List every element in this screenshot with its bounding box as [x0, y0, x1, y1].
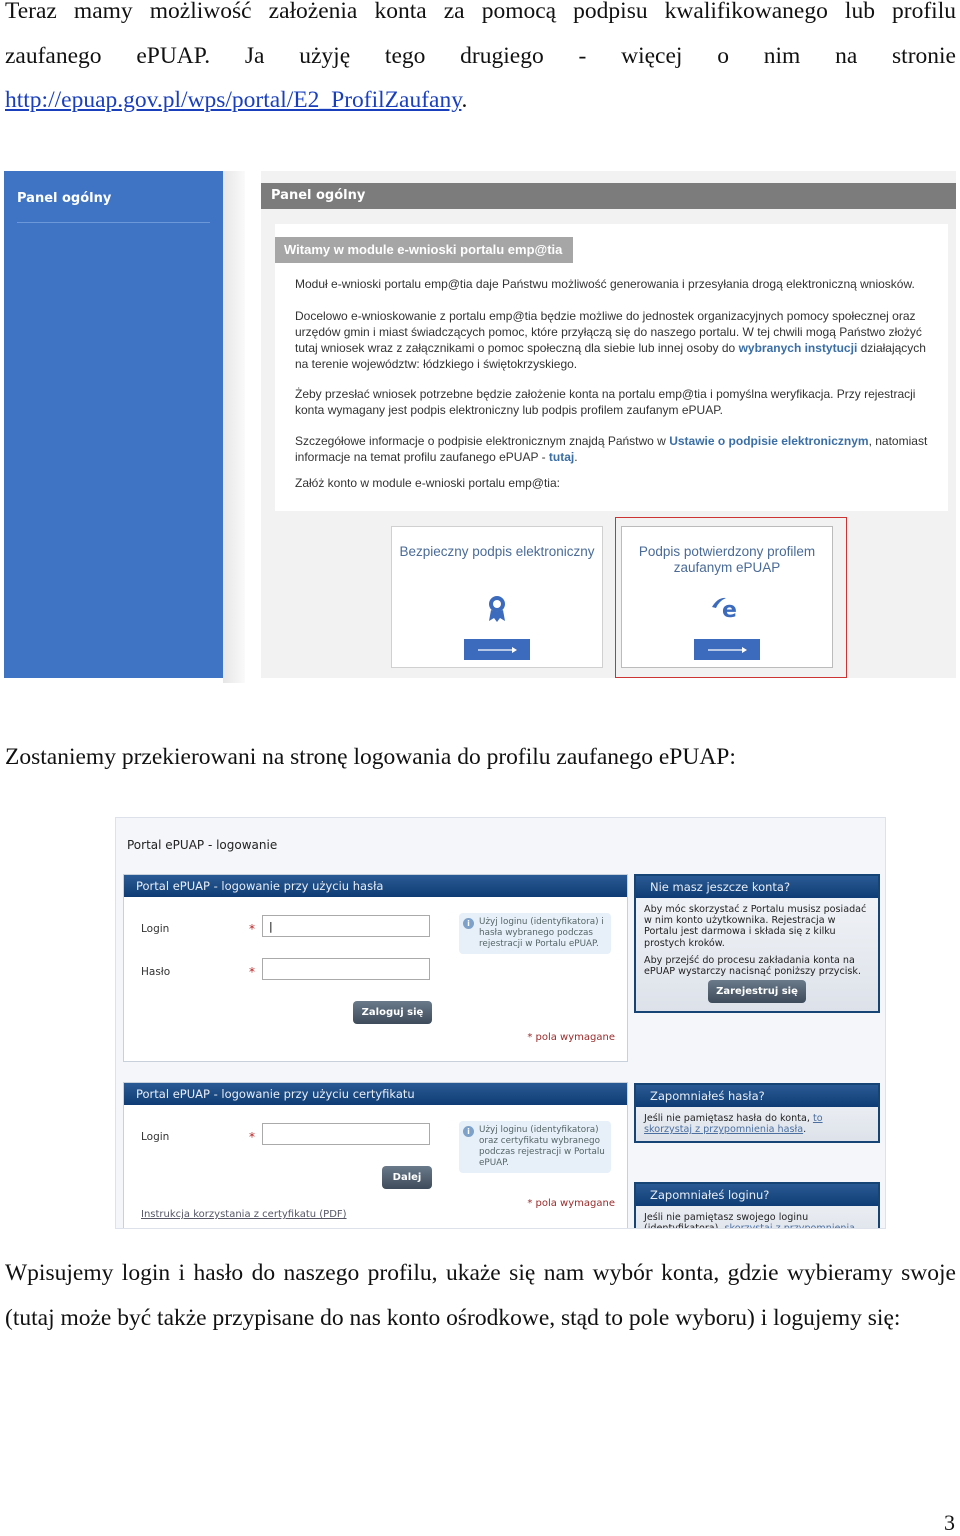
panel-header: Panel ogólny: [261, 183, 956, 209]
card-epuap-profile[interactable]: Podpis potwierdzony profilem zaufanym eP…: [621, 526, 833, 668]
login-label: Login: [141, 923, 170, 935]
sidebar-divider: [17, 222, 210, 223]
sidebar-shadow: [223, 171, 245, 683]
required-note: * pola wymagane: [527, 1032, 615, 1043]
panel-title: Portal ePUAP - logowanie przy użyciu has…: [124, 875, 627, 897]
panel-title: Portal ePUAP - logowanie przy użyciu cer…: [124, 1083, 627, 1105]
info-box: i Użyj loginu (identyfikatora) oraz certy…: [459, 1121, 611, 1173]
forgot-password-title: Zapomniałeś hasła?: [636, 1085, 878, 1107]
profil-zaufany-link[interactable]: http://epuap.gov.pl/wps/portal/E2_Profil…: [5, 87, 461, 113]
login-submit-button[interactable]: Zaloguj się: [353, 1001, 432, 1024]
password-input[interactable]: [262, 958, 430, 980]
card-title: Podpis potwierdzony profilem zaufanym eP…: [638, 544, 816, 575]
forgot-password-box: Zapomniałeś hasła? Jeśli nie pamiętasz h…: [634, 1083, 880, 1143]
empatia-screenshot: Panel ogólny Panel ogólny Witamy w modul…: [4, 171, 956, 683]
welcome-p4: Szczegółowe informacje o podpisie elektr…: [295, 433, 935, 465]
welcome-p3: Żeby przesłać wniosek potrzebne będzie z…: [295, 387, 916, 417]
ribbon-badge-icon: [486, 595, 508, 628]
register-button[interactable]: Zarejestruj się: [708, 980, 806, 1003]
card-title: Bezpieczny podpis elektroniczny: [399, 544, 595, 559]
info-text: Użyj loginu (identyfikatora) oraz certyf…: [479, 1125, 605, 1168]
p4-text-after: .: [574, 450, 578, 464]
wybrane-instytucje-link[interactable]: wybranych instytucji: [739, 341, 858, 355]
main-panel: Panel ogólny Witamy w module e-wnioski p…: [261, 171, 956, 678]
required-mark: *: [249, 922, 255, 936]
register-title: Nie masz jeszcze konta?: [636, 876, 878, 898]
cert-login-input[interactable]: [262, 1123, 430, 1145]
page-number: 3: [944, 1510, 955, 1535]
sidebar: Panel ogólny: [4, 171, 223, 678]
register-text-1: Aby móc skorzystać z Portalu musisz posi…: [644, 904, 867, 949]
info-box: i Użyj loginu (identyfikatora) i hasła wy…: [459, 913, 611, 954]
welcome-p2: Docelowo e-wnioskowanie z portalu emp@ti…: [295, 308, 935, 372]
svg-text:e: e: [722, 598, 737, 619]
register-text-2: Aby przejść do procesu zakładania konta …: [644, 954, 862, 978]
forgot-login-text: Jeśli nie pamiętasz swojego loginu (iden…: [636, 1206, 878, 1228]
info-icon: i: [463, 1126, 474, 1137]
next-button[interactable]: Dalej: [382, 1166, 432, 1189]
register-box: Nie masz jeszcze konta? Aby móc skorzyst…: [634, 874, 880, 1013]
certificate-instructions-link[interactable]: Instrukcja korzystania z certyfikatu (PD…: [141, 1209, 347, 1220]
forgot-login-box: Zapomniałeś loginu? Jeśli nie pamiętasz …: [634, 1182, 880, 1228]
welcome-p1: Moduł e-wnioski portalu emp@tia daje Pań…: [295, 277, 915, 291]
arrow-right-icon: [708, 647, 747, 653]
intro-line-1: Teraz mamy możliwość założenia konta za …: [5, 0, 956, 24]
intro-line-2: zaufanego ePUAP. Ja użyję tego drugiego …: [5, 42, 956, 69]
link-suffix: .: [461, 87, 468, 113]
welcome-p5: Załóż konto w module e-wnioski portalu e…: [295, 476, 560, 490]
login-label: Login: [141, 1131, 170, 1143]
redirect-paragraph: Zostaniemy przekierowani na stronę logow…: [5, 744, 736, 770]
qualified-signature-go-button[interactable]: [464, 639, 530, 660]
required-mark: *: [249, 965, 255, 979]
p4-text: Szczegółowe informacje o podpisie elektr…: [295, 434, 670, 448]
password-login-panel: Portal ePUAP - logowanie przy użyciu has…: [123, 874, 628, 1062]
epuap-login-screenshot: Portal ePUAP - logowanie Portal ePUAP - …: [115, 817, 886, 1229]
ustawa-link[interactable]: Ustawie o podpisie elektronicznym: [669, 434, 868, 448]
intro-paragraph: Teraz mamy możliwość założenia konta za …: [5, 0, 956, 123]
text: Jeśli nie pamiętasz hasła do konta,: [644, 1113, 813, 1124]
info-icon: i: [463, 918, 474, 929]
page-title: Portal ePUAP - logowanie: [127, 838, 278, 852]
sidebar-item-panel-ogolny[interactable]: Panel ogólny: [17, 191, 111, 206]
login-input[interactable]: [262, 915, 430, 937]
arrow-right-icon: [478, 647, 517, 653]
epuap-profile-go-button[interactable]: [694, 639, 760, 660]
login-reminder-link[interactable]: skorzystaj z przypomnienia: [725, 1223, 856, 1228]
info-text: Użyj loginu (identyfikatora) i hasła wyb…: [479, 917, 604, 949]
forgot-login-title: Zapomniałeś loginu?: [636, 1184, 878, 1206]
required-mark: *: [249, 1130, 255, 1144]
text-after: .: [803, 1124, 807, 1136]
card-qualified-signature[interactable]: Bezpieczny podpis elektroniczny: [391, 526, 603, 668]
outro-paragraph: Wpisujemy login i hasło do naszego profi…: [5, 1260, 956, 1331]
forgot-password-text: Jeśli nie pamiętasz hasła do konta, to s…: [636, 1107, 878, 1141]
epuap-logo-icon: e: [710, 595, 744, 624]
required-note: * pola wymagane: [527, 1198, 615, 1209]
welcome-title: Witamy w module e-wnioski portalu emp@ti…: [275, 237, 574, 263]
password-label: Hasło: [141, 966, 171, 978]
welcome-content: Witamy w module e-wnioski portalu emp@ti…: [275, 224, 948, 511]
tutaj-link[interactable]: tutaj: [549, 450, 574, 464]
certificate-login-panel: Portal ePUAP - logowanie przy użyciu cer…: [123, 1082, 628, 1228]
